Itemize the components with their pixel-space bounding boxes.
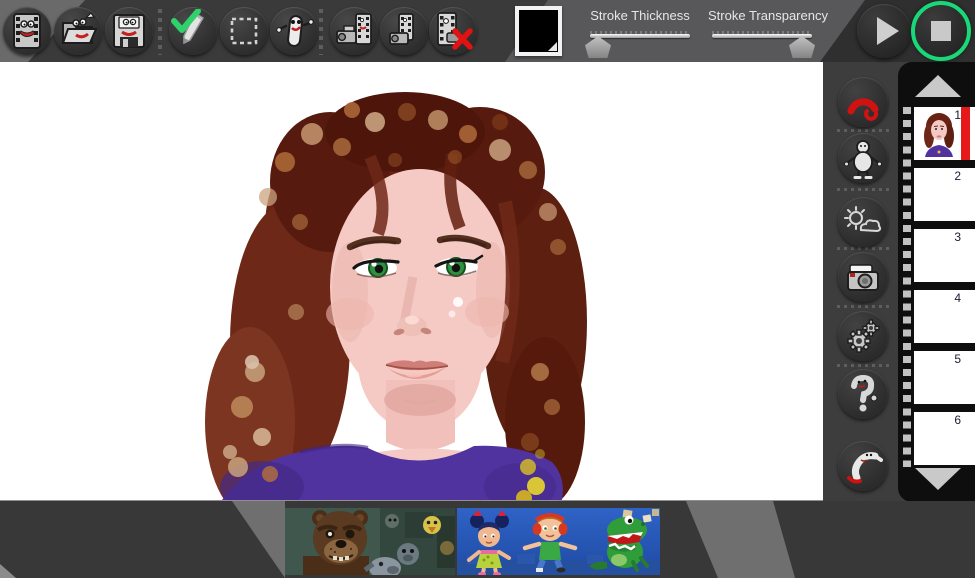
bottom-bar: [0, 501, 975, 578]
brush-arc-button[interactable]: [838, 77, 888, 127]
stop-button[interactable]: [911, 1, 971, 61]
folder-face-icon: [56, 9, 100, 53]
stroke-transparency-thumb[interactable]: [789, 36, 815, 58]
character-button[interactable]: [838, 133, 888, 183]
floppy-face-icon: [107, 9, 151, 53]
photo-button[interactable]: [838, 252, 888, 302]
drawing-canvas[interactable]: [0, 62, 823, 502]
frame-number: 4: [954, 291, 961, 305]
camera-filmstrip-icon: [332, 9, 376, 53]
slider-track[interactable]: [712, 34, 812, 38]
help-button[interactable]: [838, 369, 888, 419]
stroke-thickness-thumb[interactable]: [585, 36, 611, 58]
frame-number: 1: [954, 108, 961, 122]
save-film-button[interactable]: [105, 7, 153, 55]
frame-number: 6: [954, 413, 961, 427]
play-triangle-icon: [877, 17, 899, 45]
frame-number: 3: [954, 230, 961, 244]
filmstrip-face-icon: [5, 9, 49, 53]
play-button[interactable]: [857, 4, 911, 58]
painted-portrait: [0, 62, 823, 500]
stroke-transparency-slider[interactable]: [712, 30, 812, 60]
sidebar-separator: [837, 305, 889, 308]
camera-film-icon: [382, 9, 426, 53]
pen-tool-button[interactable]: [169, 7, 217, 55]
filmstrip-panel: 1 2 3 4 5 6: [898, 62, 975, 502]
settings-button[interactable]: [838, 311, 888, 361]
frame-thumbnail-4[interactable]: 4: [914, 290, 975, 343]
filmstrip-scroll-down-button[interactable]: [915, 468, 961, 490]
sidebar-separator: [837, 247, 889, 250]
question-mark-icon: [841, 372, 885, 416]
gears-icon: [841, 314, 885, 358]
render-film-button[interactable]: [380, 7, 428, 55]
undo-swoosh-icon: [841, 444, 885, 488]
stroke-thickness-label: Stroke Thickness: [570, 8, 710, 23]
color-swatch[interactable]: [515, 6, 562, 56]
frame-thumbnail-1[interactable]: 1: [914, 107, 975, 160]
frame-thumbnail-5[interactable]: 5: [914, 351, 975, 404]
new-film-button[interactable]: [3, 7, 51, 55]
select-tool-button[interactable]: [220, 7, 268, 55]
sun-cloud-icon: [841, 200, 885, 244]
toolbar-separator: [158, 9, 162, 55]
red-arc-icon: [841, 80, 885, 124]
stroke-thickness-slider[interactable]: [590, 30, 690, 60]
filmstrip-sprocket-holes: [903, 107, 911, 467]
selected-check-icon: [171, 9, 201, 33]
app-window: Stroke Thickness Stroke Transparency: [0, 0, 975, 578]
kids-dino-ad-image: [457, 508, 660, 575]
fnaf-ad-image: [285, 508, 455, 575]
sidebar-separator: [837, 364, 889, 367]
toolbar-separator: [319, 9, 323, 55]
top-toolbar: Stroke Thickness Stroke Transparency: [0, 0, 975, 62]
dashed-square-icon: [222, 9, 266, 53]
undo-button[interactable]: [838, 441, 888, 491]
frame-number: 2: [954, 169, 961, 183]
selected-frame-indicator: [961, 107, 970, 160]
open-film-button[interactable]: [54, 7, 102, 55]
frame-thumbnail-6[interactable]: 6: [914, 412, 975, 465]
frame-number: 5: [954, 352, 961, 366]
import-frame-button[interactable]: [330, 7, 378, 55]
kids-dino-ad-thumbnail[interactable]: [457, 508, 660, 575]
puppet-icon: [841, 136, 885, 180]
filmstrip-scroll-up-button[interactable]: [915, 75, 961, 97]
swatch-corner-icon: [548, 42, 557, 51]
filmstrip-red-x-icon: [431, 9, 475, 53]
eraser-tool-button[interactable]: [270, 7, 318, 55]
frame-thumbnail-3[interactable]: 3: [914, 229, 975, 282]
delete-film-button[interactable]: [429, 7, 477, 55]
scene-button[interactable]: [838, 197, 888, 247]
slider-track[interactable]: [590, 34, 690, 38]
sidebar-separator: [837, 129, 889, 132]
sidebar-separator: [837, 188, 889, 191]
frame-thumbnail-2[interactable]: 2: [914, 168, 975, 221]
camera-icon: [841, 255, 885, 299]
stop-square-icon: [931, 21, 951, 41]
eraser-character-icon: [272, 9, 316, 53]
stroke-transparency-label: Stroke Transparency: [698, 8, 838, 23]
fnaf-ad-thumbnail[interactable]: [285, 508, 455, 575]
